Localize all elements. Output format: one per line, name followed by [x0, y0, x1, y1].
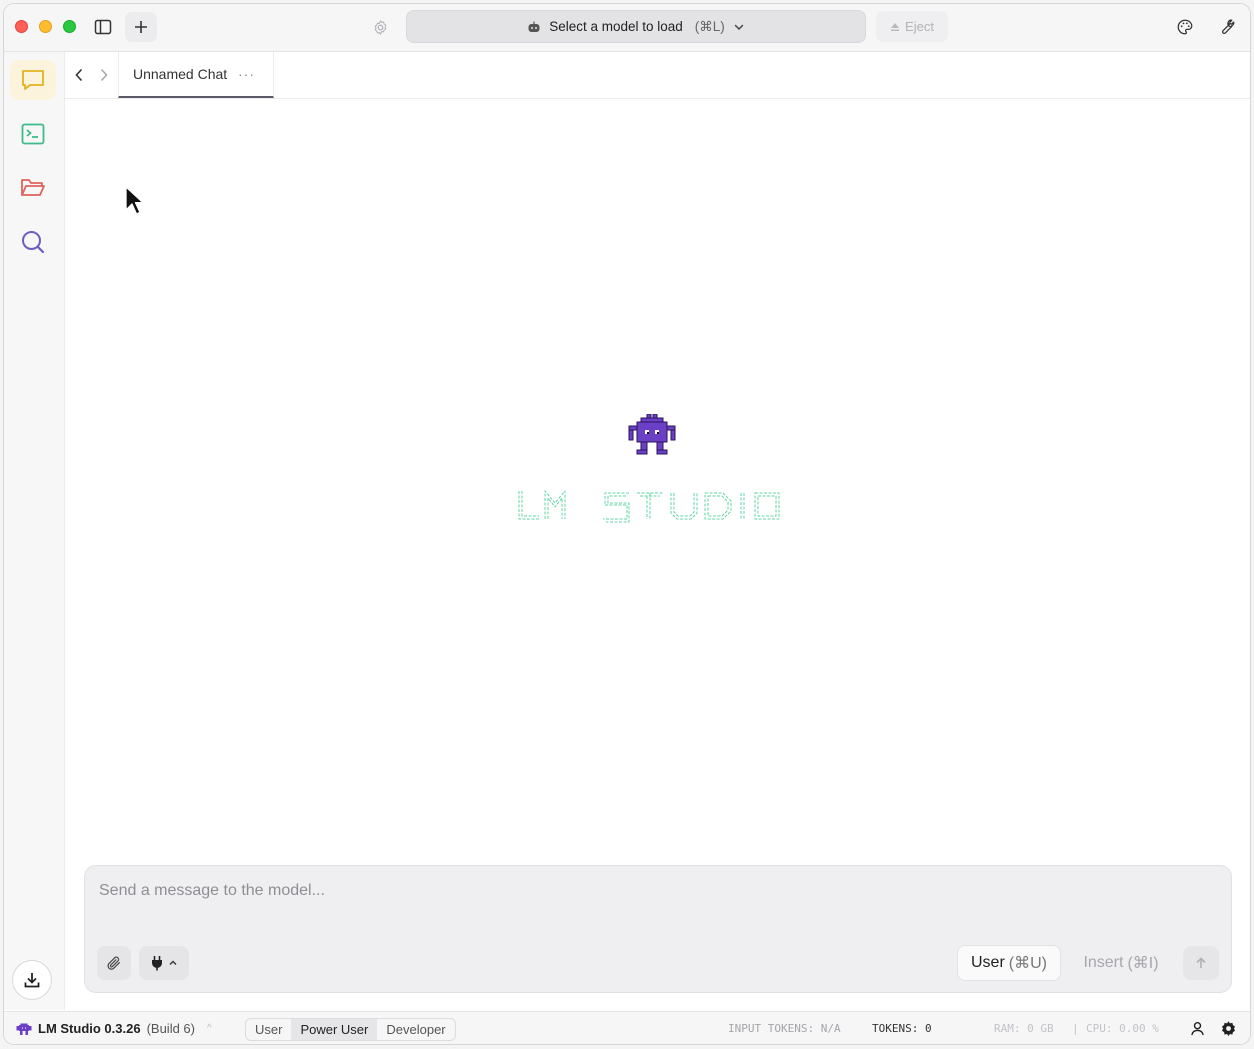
eject-button[interactable]: Eject [876, 11, 948, 42]
zoom-window-button[interactable] [63, 20, 76, 33]
role-shortcut: (⌘U) [1008, 955, 1047, 972]
ui-mode-switcher: User Power User Developer [245, 1018, 456, 1041]
minimize-window-button[interactable] [39, 20, 52, 33]
robot-icon [528, 21, 540, 32]
sidebar-item-developer[interactable] [10, 114, 56, 154]
folder-open-icon [21, 179, 45, 196]
lm-studio-mascot-icon [628, 414, 676, 455]
role-toggle-button[interactable]: User (⌘U) [957, 945, 1061, 981]
sidebar-item-chat[interactable] [10, 60, 56, 100]
theme-button[interactable] [1169, 12, 1201, 42]
chevron-right-icon [100, 68, 108, 82]
tab-unnamed-chat[interactable]: Unnamed Chat ··· [118, 52, 274, 98]
app-settings-button[interactable] [1210, 12, 1242, 42]
palette-icon [1177, 19, 1193, 35]
chevron-down-icon [734, 24, 744, 30]
user-icon [1190, 1021, 1204, 1035]
download-icon [24, 973, 40, 988]
status-bar: LM Studio 0.3.26 (Build 6) ^ User Power … [4, 1011, 1250, 1044]
downloads-button[interactable] [12, 960, 52, 1000]
chat-area: User (⌘U) Insert (⌘I) [65, 99, 1250, 1011]
arrow-up-icon [1196, 957, 1206, 968]
mode-power-user[interactable]: Power User [291, 1019, 378, 1040]
mouse-cursor-icon [125, 186, 144, 215]
send-button[interactable] [1183, 946, 1219, 980]
model-settings-button[interactable] [364, 12, 396, 42]
app-name: LM Studio 0.3.26 [38, 1021, 141, 1036]
gear-icon [1221, 1020, 1235, 1036]
eject-icon [891, 22, 900, 31]
tab-menu-button[interactable]: ··· [238, 66, 255, 82]
lm-studio-wordmark-logo [518, 490, 780, 523]
model-select-dropdown[interactable]: Select a model to load (⌘L) [406, 10, 866, 43]
app-window: Select a model to load (⌘L) Eject Unname… [4, 4, 1250, 1044]
lm-studio-mini-icon [16, 1023, 32, 1035]
stats-separator: | [1072, 1022, 1079, 1035]
model-select-label: Select a model to load [549, 19, 683, 34]
wrench-icon [1221, 19, 1235, 35]
sidebar-item-my-models[interactable] [10, 168, 56, 208]
paperclip-icon [107, 956, 120, 970]
back-button[interactable] [70, 65, 88, 85]
integrations-button[interactable] [139, 946, 189, 980]
terminal-icon [21, 123, 45, 145]
plus-icon [135, 21, 147, 33]
eject-label: Eject [905, 19, 934, 34]
role-label: User [971, 954, 1005, 971]
app-version[interactable]: LM Studio 0.3.26 (Build 6) ^ [16, 1021, 212, 1036]
input-tokens-readout: INPUT TOKENS: N/A [728, 1022, 841, 1035]
app-build: (Build 6) [146, 1021, 195, 1036]
mode-user[interactable]: User [246, 1019, 291, 1040]
mode-developer[interactable]: Developer [377, 1019, 454, 1040]
title-bar: Select a model to load (⌘L) Eject [4, 4, 1250, 52]
model-select-shortcut: (⌘L) [694, 18, 725, 34]
chevron-up-icon [169, 960, 177, 965]
settings-button[interactable] [1219, 1019, 1237, 1037]
plug-icon [152, 956, 162, 971]
sidebar-item-discover[interactable] [10, 222, 56, 262]
tab-label: Unnamed Chat [133, 66, 228, 82]
toggle-sidebar-button[interactable] [87, 12, 119, 42]
search-icon [22, 231, 45, 254]
chevron-left-icon [75, 68, 83, 82]
insert-button[interactable]: Insert (⌘I) [1073, 945, 1169, 981]
forward-button[interactable] [95, 65, 113, 85]
insert-label: Insert [1083, 954, 1124, 971]
chat-bubble-icon [22, 70, 44, 90]
new-chat-button[interactable] [125, 12, 157, 42]
left-sidebar [4, 52, 65, 1010]
close-window-button[interactable] [15, 20, 28, 33]
message-composer: User (⌘U) Insert (⌘I) [84, 865, 1232, 993]
chevron-up-small-icon: ^ [207, 1023, 212, 1034]
cpu-readout: CPU: 0.00 % [1086, 1022, 1159, 1035]
gear-icon [374, 19, 386, 35]
message-input[interactable] [97, 880, 1201, 924]
ram-readout: RAM: 0 GB [994, 1022, 1054, 1035]
tab-bar: Unnamed Chat ··· [65, 52, 1250, 99]
tokens-readout: TOKENS: 0 [872, 1022, 932, 1035]
sidebar-toggle-icon [94, 19, 112, 35]
attach-file-button[interactable] [97, 946, 131, 980]
user-profile-button[interactable] [1188, 1019, 1206, 1037]
insert-shortcut: (⌘I) [1127, 955, 1159, 972]
